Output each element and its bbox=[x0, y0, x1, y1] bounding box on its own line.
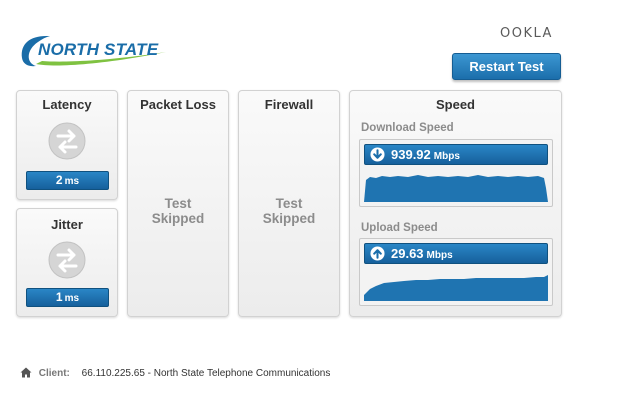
client-info: Client: 66.110.225.65 - North State Tele… bbox=[20, 367, 330, 379]
arrow-up-icon bbox=[370, 246, 385, 261]
jitter-unit: ms bbox=[64, 293, 80, 304]
download-speed-label: Download Speed bbox=[361, 122, 454, 134]
north-state-logo: NORTH STATE bbox=[16, 30, 176, 68]
packet-loss-title: Packet Loss bbox=[140, 97, 216, 112]
latency-panel: Latency 2 ms bbox=[16, 90, 118, 200]
upload-graph: 29.63 Mbps bbox=[359, 238, 553, 306]
ookla-logo: OOKLA bbox=[500, 26, 553, 41]
packet-loss-panel: Packet Loss Test Skipped bbox=[127, 90, 229, 317]
download-unit: Mbps bbox=[433, 151, 460, 162]
brand-name: NORTH STATE bbox=[38, 40, 159, 59]
firewall-title: Firewall bbox=[264, 97, 314, 112]
packet-loss-status-line1: Test bbox=[164, 196, 192, 211]
upload-unit: Mbps bbox=[426, 250, 453, 261]
jitter-panel: Jitter 1 ms bbox=[16, 208, 118, 317]
speed-title: Speed bbox=[435, 97, 475, 112]
jitter-number: 1 bbox=[55, 290, 63, 304]
upload-speed-value: 29.63 Mbps bbox=[364, 243, 548, 264]
latency-number: 2 bbox=[55, 173, 63, 187]
firewall-panel: Firewall Test Skipped bbox=[238, 90, 340, 317]
download-speed-value: 939.92 Mbps bbox=[364, 144, 548, 165]
download-speed-graph bbox=[364, 175, 548, 202]
transfer-arrows-icon bbox=[48, 122, 86, 160]
download-graph: 939.92 Mbps bbox=[359, 139, 553, 207]
upload-number: 29.63 bbox=[391, 246, 424, 261]
arrow-down-icon bbox=[370, 147, 385, 162]
transfer-arrows-icon bbox=[48, 241, 86, 279]
home-icon bbox=[20, 367, 32, 378]
jitter-value: 1 ms bbox=[26, 288, 109, 307]
packet-loss-status-line2: Skipped bbox=[151, 211, 205, 226]
restart-test-button[interactable]: Restart Test bbox=[452, 53, 561, 80]
latency-value: 2 ms bbox=[26, 171, 109, 190]
client-text: 66.110.225.65 - North State Telephone Co… bbox=[81, 368, 331, 379]
upload-speed-label: Upload Speed bbox=[361, 222, 438, 234]
packet-loss-status: Test Skipped bbox=[128, 196, 228, 226]
download-number: 939.92 bbox=[391, 147, 431, 162]
speed-panel: Speed Download Speed 939.92 Mbps Upload S… bbox=[349, 90, 562, 317]
latency-unit: ms bbox=[64, 176, 80, 187]
firewall-status-line1: Test bbox=[275, 196, 303, 211]
client-label: Client: bbox=[38, 368, 70, 379]
latency-title: Latency bbox=[42, 97, 92, 112]
firewall-status: Test Skipped bbox=[239, 196, 339, 226]
jitter-title: Jitter bbox=[51, 217, 83, 232]
upload-speed-graph bbox=[364, 275, 548, 301]
firewall-status-line2: Skipped bbox=[262, 211, 316, 226]
